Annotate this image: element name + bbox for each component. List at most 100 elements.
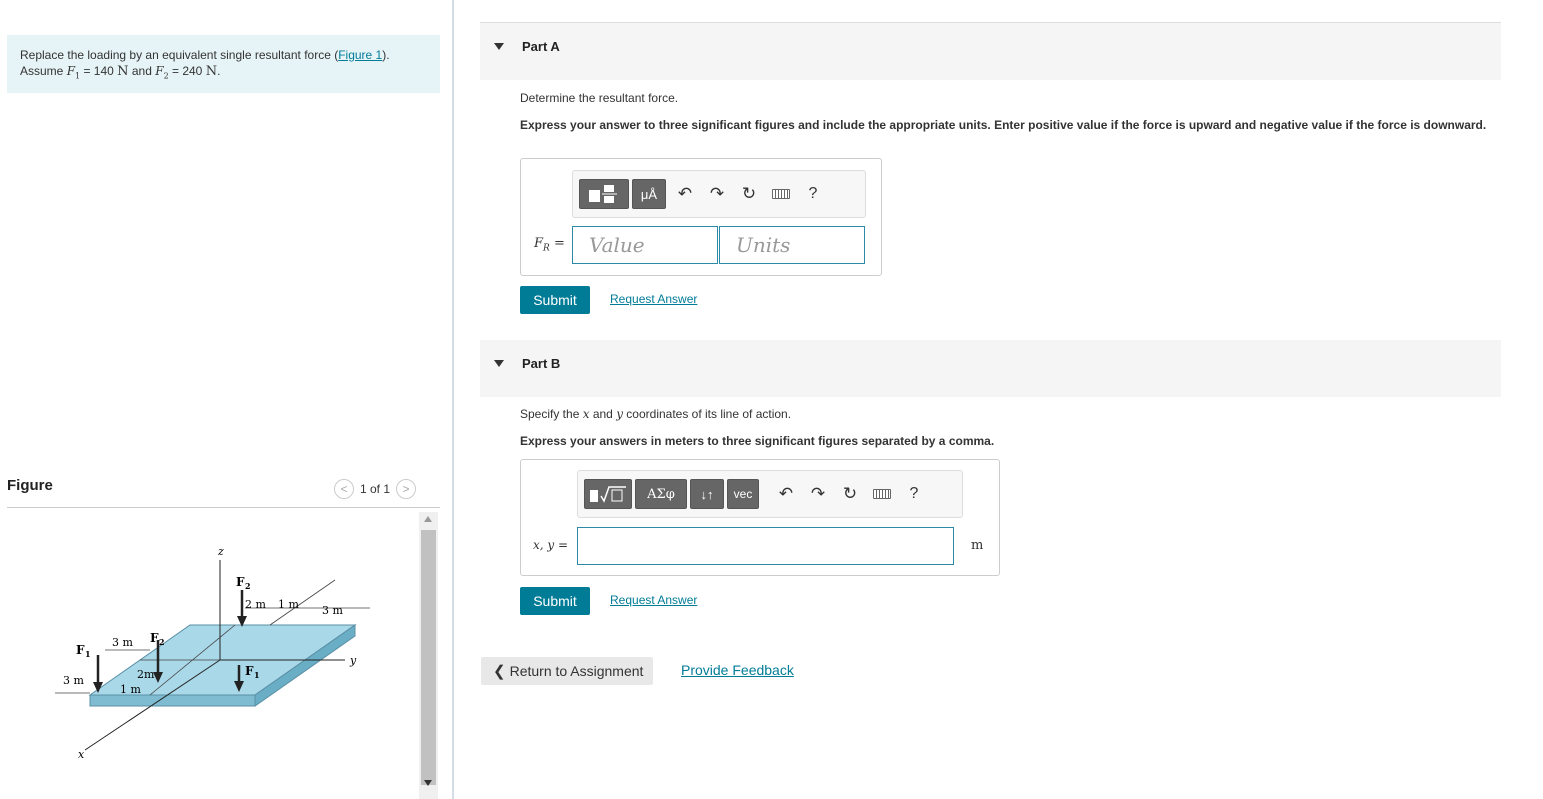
question-prefix: Specify the — [520, 407, 583, 421]
problem-text-end: ). — [382, 48, 390, 62]
left-panel: Replace the loading by an equivalent sin… — [0, 0, 452, 799]
part-a-header[interactable]: Part A — [480, 23, 1501, 80]
provide-feedback-link[interactable]: Provide Feedback — [681, 662, 794, 678]
part-a-submit-button[interactable]: Submit — [520, 286, 590, 314]
dim-3m-side: 3 m — [63, 674, 84, 687]
prev-figure-button[interactable]: < — [334, 479, 354, 499]
keyboard-icon[interactable] — [866, 479, 898, 509]
f2-left-subscript: 2 — [159, 637, 165, 647]
part-a-title: Part A — [522, 39, 560, 54]
period: . — [217, 64, 221, 78]
subscript-superscript-button[interactable]: ↓↑ — [690, 479, 724, 509]
problem-statement: Replace the loading by an equivalent sin… — [7, 35, 440, 93]
part-a-answer-box: μÅ ↶ ↷ ↻ ? FR = Value Units — [520, 158, 882, 276]
f1-left-subscript: 1 — [85, 649, 91, 659]
f2-symbol: F — [155, 64, 164, 78]
templates-button[interactable] — [579, 179, 629, 209]
f2-left-label: F — [150, 631, 159, 645]
chevron-left-icon: ❮ — [493, 663, 506, 680]
scroll-up-icon[interactable] — [424, 516, 432, 522]
scroll-down-icon[interactable] — [424, 780, 432, 786]
keyboard-icon[interactable] — [765, 179, 797, 209]
figure-scrollbar[interactable] — [419, 512, 438, 799]
dim-3m-top: 3 m — [322, 604, 343, 617]
panel-divider — [452, 0, 454, 799]
dim-2m-top: 2 m — [245, 598, 266, 611]
unit-label: m — [971, 538, 984, 553]
f1-left-label: F — [76, 643, 85, 657]
undo-icon[interactable]: ↶ — [669, 179, 701, 209]
plate-front-edge — [89, 694, 256, 707]
figure-navigation: < 1 of 1 > — [334, 478, 438, 500]
question-y: y — [616, 407, 623, 421]
part-b-header[interactable]: Part B — [480, 340, 1501, 397]
sqrt-template-icon — [590, 486, 626, 503]
xy-input[interactable] — [577, 527, 954, 565]
redo-icon[interactable]: ↷ — [701, 179, 733, 209]
part-b-title: Part B — [522, 356, 561, 371]
part-b-instructions: Express your answers in meters to three … — [520, 434, 995, 448]
dim-2m-mid: 2m — [137, 668, 155, 681]
xy-label: x, y = — [533, 538, 569, 552]
vector-button[interactable]: vec — [727, 479, 759, 509]
redo-icon[interactable]: ↷ — [802, 479, 834, 509]
part-b-answer-box: ΑΣφ ↓↑ vec ↶ ↷ ↻ ? x, y = m — [520, 459, 1000, 576]
reset-icon[interactable]: ↻ — [834, 479, 866, 509]
f1-right-subscript: 1 — [254, 670, 260, 680]
part-b-request-answer-link[interactable]: Request Answer — [610, 593, 697, 607]
greek-symbols-button[interactable]: ΑΣφ — [635, 479, 687, 509]
value-input[interactable]: Value — [572, 226, 718, 264]
fr-subscript: R — [543, 243, 550, 254]
help-icon[interactable]: ? — [898, 479, 930, 509]
figure-counter: 1 of 1 — [360, 482, 391, 496]
problem-text: Replace the loading by an equivalent sin… — [20, 48, 339, 62]
question-suffix: coordinates of its line of action. — [622, 407, 792, 421]
undo-icon[interactable]: ↶ — [770, 479, 802, 509]
collapse-triangle-icon[interactable] — [494, 360, 504, 367]
f2-right-subscript: 2 — [245, 581, 251, 591]
reset-icon[interactable]: ↻ — [733, 179, 765, 209]
fraction-template-icon — [589, 185, 617, 203]
scrollbar-thumb[interactable] — [421, 530, 436, 785]
f2-right-label: F — [236, 575, 245, 589]
fr-label: FR = — [534, 236, 565, 254]
f1-right-label: F — [245, 664, 254, 678]
chevron-right-icon: > — [402, 482, 410, 496]
return-to-assignment-button[interactable]: ❮ Return to Assignment — [481, 657, 653, 685]
and-word: and — [128, 64, 156, 78]
z-label: z — [217, 545, 224, 558]
part-b-question: Specify the x and y coordinates of its l… — [520, 407, 791, 421]
problem-line-2: Assume F1 = 140 N and F2 = 240 N. — [20, 63, 427, 84]
part-a-question: Determine the resultant force. — [520, 91, 679, 105]
question-mid: and — [589, 407, 617, 421]
help-icon[interactable]: ? — [797, 179, 829, 209]
units-button[interactable]: μÅ — [632, 179, 666, 209]
dim-1m-bottom: 1 m — [120, 683, 141, 696]
f1-unit: N — [117, 64, 129, 79]
f1-symbol: F — [66, 64, 76, 78]
y-label: y — [349, 654, 357, 667]
f2-unit: N — [205, 64, 218, 79]
f2-value: = 240 — [168, 64, 206, 78]
fr-symbol: F — [534, 236, 544, 251]
units-input[interactable]: Units — [719, 226, 865, 264]
figure-image: z x y F 1 F 1 F 2 F 2 2 m 1 m 3 m 3 m 3 … — [55, 545, 370, 761]
dim-1m-top: 1 m — [278, 598, 299, 611]
part-a-request-answer-link[interactable]: Request Answer — [610, 292, 697, 306]
dim-3m-left: 3 m — [112, 636, 133, 649]
part-a-toolbar: μÅ ↶ ↷ ↻ ? — [572, 170, 866, 218]
assume-label: Assume — [20, 64, 64, 78]
fr-equals: = — [549, 236, 565, 251]
x-label: x — [78, 748, 85, 761]
chevron-left-icon: < — [340, 482, 348, 496]
figure-link[interactable]: Figure 1 — [338, 48, 382, 62]
problem-line-1: Replace the loading by an equivalent sin… — [20, 47, 427, 63]
next-figure-button[interactable]: > — [396, 479, 417, 499]
part-a-instructions: Express your answer to three significant… — [520, 118, 1487, 132]
figure-divider — [7, 507, 440, 508]
figure-title: Figure — [7, 477, 53, 494]
part-b-submit-button[interactable]: Submit — [520, 587, 590, 615]
templates-button[interactable] — [584, 479, 632, 509]
collapse-triangle-icon[interactable] — [494, 43, 504, 50]
part-b-toolbar: ΑΣφ ↓↑ vec ↶ ↷ ↻ ? — [577, 470, 963, 518]
